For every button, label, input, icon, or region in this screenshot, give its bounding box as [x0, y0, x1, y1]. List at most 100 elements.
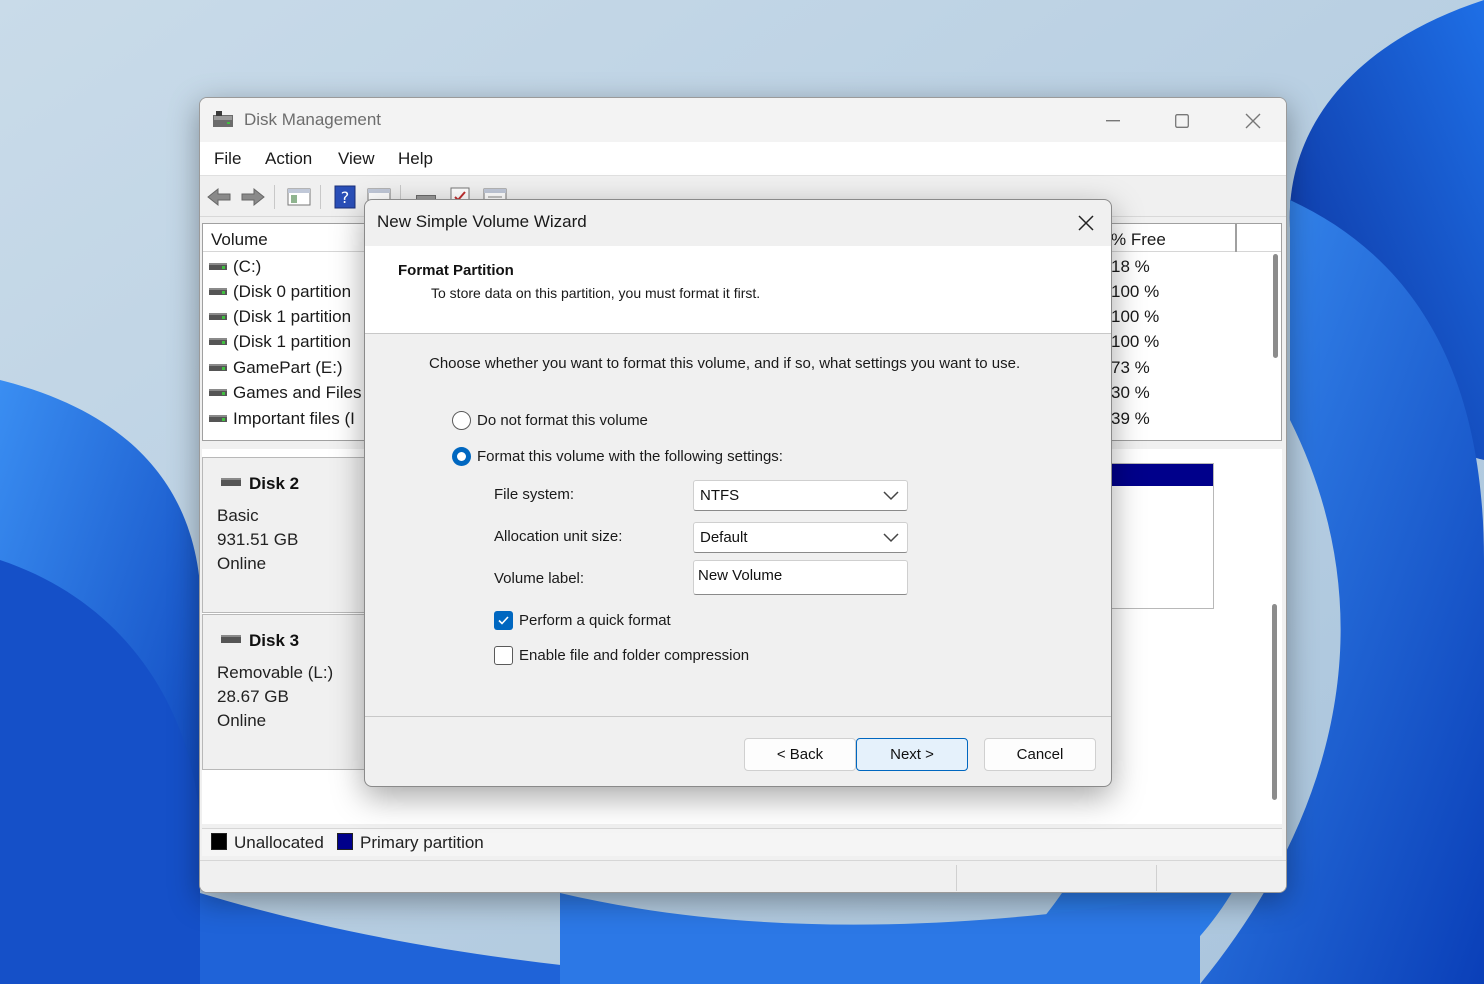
volume-free: 30 %	[1111, 383, 1150, 402]
volume-free: 18 %	[1111, 257, 1150, 276]
minimize-button[interactable]	[1090, 106, 1136, 136]
svg-text:?: ?	[341, 188, 350, 207]
compression-option[interactable]: Enable file and folder compression	[494, 643, 749, 667]
status-separator	[1156, 865, 1157, 891]
disk-type: Basic	[217, 506, 259, 525]
legend-primary-partition: Primary partition	[360, 833, 484, 852]
allocation-unit-size-dropdown[interactable]: Default	[693, 522, 908, 553]
volume-list-scrollbar[interactable]	[1269, 252, 1281, 440]
show-hide-console-tree-button[interactable]	[285, 184, 313, 210]
quick-format-label: Perform a quick format	[519, 611, 671, 629]
volume-drive-icon	[209, 364, 227, 371]
maximize-icon	[1175, 114, 1189, 128]
chevron-down-icon	[883, 491, 899, 501]
format-radio-option[interactable]: Format this volume with the following se…	[452, 444, 783, 468]
volume-drive-icon	[209, 313, 227, 320]
window-title: Disk Management	[244, 110, 382, 129]
disk-name: Disk 2	[249, 474, 300, 493]
disk-2-block[interactable]: Disk 2 Basic 931.51 GB Online	[202, 457, 372, 613]
disk-3-block[interactable]: Disk 3 Removable (L:) 28.67 GB Online	[202, 614, 372, 770]
console-tree-icon	[287, 188, 311, 206]
forward-toolbar-button[interactable]	[239, 184, 267, 210]
cancel-button[interactable]: Cancel	[984, 738, 1096, 771]
volume-drive-icon	[209, 263, 227, 270]
compression-label: Enable file and folder compression	[519, 646, 750, 664]
title-bar[interactable]: Disk Management	[200, 98, 1286, 142]
menu-bar: File Action View Help	[200, 142, 1286, 176]
volume-drive-icon	[209, 415, 227, 422]
maximize-button[interactable]	[1159, 106, 1205, 136]
wizard-close-button[interactable]	[1067, 208, 1105, 238]
volume-name: Important files (I	[233, 409, 355, 428]
volume-label-input[interactable]: New Volume	[693, 560, 908, 595]
menu-file[interactable]: File	[214, 149, 241, 169]
wizard-intro-text: Choose whether you want to format this v…	[429, 355, 1021, 372]
volume-free: 100 %	[1111, 307, 1160, 326]
status-bar	[200, 860, 1286, 892]
column-header-volume[interactable]: Volume	[211, 230, 268, 250]
menu-help[interactable]: Help	[398, 149, 433, 169]
disk-status: Online	[217, 711, 267, 730]
primary-partition-swatch	[337, 833, 353, 850]
volume-name: GamePart (E:)	[233, 358, 343, 377]
file-system-label: File system:	[494, 486, 575, 503]
format-label: Format this volume with the following se…	[477, 447, 783, 465]
file-system-value: NTFS	[700, 487, 740, 504]
toolbar-separator	[274, 185, 275, 209]
volume-drive-icon	[209, 389, 227, 396]
file-system-dropdown[interactable]: NTFS	[693, 480, 908, 511]
partition-color-bar	[1111, 464, 1213, 486]
volume-name: Games and Files	[233, 383, 362, 402]
no-format-radio[interactable]	[452, 410, 471, 430]
volume-free: 39 %	[1111, 409, 1150, 428]
new-simple-volume-wizard: New Simple Volume Wizard Format Partitio…	[364, 199, 1112, 787]
disk-map-scrollbar[interactable]	[1268, 604, 1280, 804]
menu-action[interactable]: Action	[265, 149, 312, 169]
help-icon: ?	[334, 185, 356, 209]
volume-name: (C:)	[233, 257, 262, 276]
volume-name: (Disk 0 partition	[233, 282, 352, 301]
disk-status: Online	[217, 554, 267, 573]
next-button[interactable]: Next >	[856, 738, 968, 771]
primary-partition-block[interactable]	[1110, 463, 1214, 609]
disk-type: Removable (L:)	[217, 663, 334, 682]
volume-name: (Disk 1 partition	[233, 307, 352, 326]
no-format-label: Do not format this volume	[477, 411, 648, 429]
volume-free: 100 %	[1111, 282, 1160, 301]
quick-format-checkbox[interactable]	[494, 610, 513, 630]
column-header-free[interactable]: % Free	[1111, 230, 1166, 250]
close-button[interactable]	[1230, 106, 1276, 136]
volume-label-value: New Volume	[698, 567, 783, 584]
wizard-footer-divider	[365, 716, 1111, 717]
volume-name: (Disk 1 partition	[233, 332, 352, 351]
scrollbar-thumb[interactable]	[1273, 254, 1278, 358]
checkmark-icon	[498, 615, 509, 625]
help-toolbar-button[interactable]: ?	[331, 184, 359, 210]
close-icon	[1078, 215, 1094, 231]
column-divider[interactable]	[1235, 224, 1237, 252]
no-format-radio-option[interactable]: Do not format this volume	[452, 408, 648, 432]
volume-free: 100 %	[1111, 332, 1160, 351]
minimize-icon	[1106, 120, 1120, 122]
back-button[interactable]: < Back	[744, 738, 856, 771]
compression-checkbox[interactable]	[494, 645, 513, 665]
wizard-header: Format Partition To store data on this p…	[365, 246, 1111, 334]
back-toolbar-button[interactable]	[205, 184, 233, 210]
allocation-unit-size-label: Allocation unit size:	[494, 528, 623, 545]
close-icon	[1245, 113, 1261, 129]
scrollbar-thumb[interactable]	[1272, 604, 1277, 800]
allocation-unit-size-value: Default	[700, 529, 748, 546]
status-separator	[956, 865, 957, 891]
legend-bar: Unallocated Primary partition	[202, 828, 1282, 856]
wizard-step-subtitle: To store data on this partition, you mus…	[431, 285, 761, 301]
arrow-left-icon	[207, 187, 231, 207]
disk-icon	[221, 635, 241, 643]
quick-format-option[interactable]: Perform a quick format	[494, 608, 671, 632]
format-radio[interactable]	[452, 446, 471, 466]
menu-view[interactable]: View	[338, 149, 375, 169]
legend-unallocated: Unallocated	[234, 833, 324, 852]
chevron-down-icon	[883, 533, 899, 543]
toolbar-separator	[320, 185, 321, 209]
volume-drive-icon	[209, 288, 227, 295]
disk-name: Disk 3	[249, 631, 300, 650]
